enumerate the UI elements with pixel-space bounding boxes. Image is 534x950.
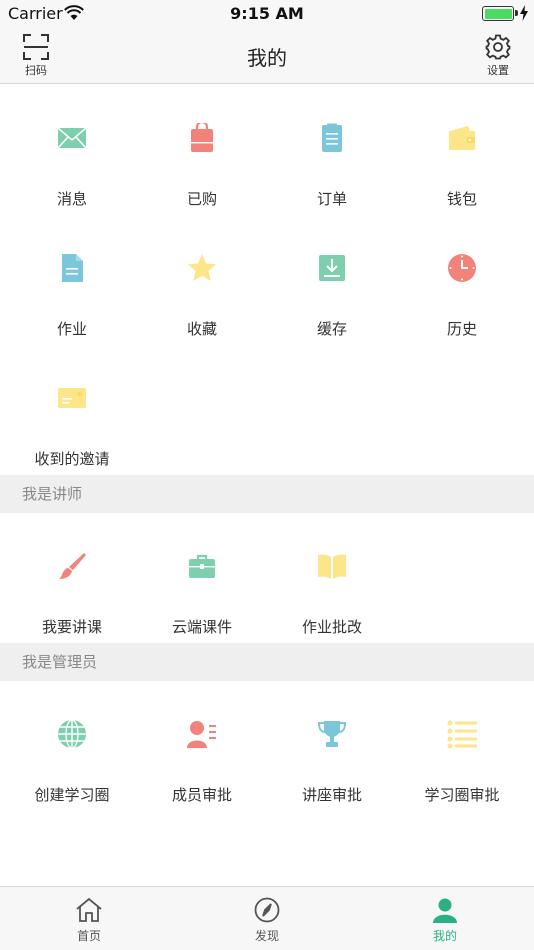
tab-mine[interactable]: 我的 xyxy=(356,887,534,950)
battery-tip xyxy=(515,10,518,16)
grid-item-label: 消息 xyxy=(56,190,87,208)
grid-item-label: 学习圈审批 xyxy=(424,786,500,804)
grid-item-label: 收藏 xyxy=(186,320,217,338)
grid-item-favorites[interactable]: 收藏 xyxy=(137,215,267,345)
admin-grid: 创建学习圈 成员审批 讲座审批 学习圈审批 xyxy=(0,681,534,811)
grid-item-teach[interactable]: 我要讲课 xyxy=(7,513,137,643)
grid-item-label: 讲座审批 xyxy=(301,786,362,804)
grid-item-label: 历史 xyxy=(446,320,477,338)
grid-item-label: 钱包 xyxy=(446,190,477,208)
tab-label: 首页 xyxy=(76,929,101,943)
grid-item-label: 缓存 xyxy=(316,320,347,338)
wallet-icon xyxy=(449,126,475,150)
grid-item-cloud-courseware[interactable]: 云端课件 xyxy=(137,513,267,643)
teacher-grid: 我要讲课 云端课件 作业批改 xyxy=(0,513,534,643)
member-icon xyxy=(187,721,216,748)
grid-item-label: 作业 xyxy=(56,320,87,338)
brush-icon xyxy=(59,553,86,579)
gear-icon xyxy=(485,34,511,60)
grid-item-member-approval[interactable]: 成员审批 xyxy=(137,681,267,811)
grid-item-homework-correction[interactable]: 作业批改 xyxy=(267,513,397,643)
grid-item-label: 创建学习圈 xyxy=(34,786,110,804)
grid-item-label: 订单 xyxy=(316,190,347,208)
tab-label: 发现 xyxy=(254,929,279,943)
home-icon xyxy=(76,897,102,922)
download-icon xyxy=(319,255,345,281)
grid-item-invitations[interactable]: 收到的邀请 xyxy=(7,345,137,475)
section-header-teacher: 我是讲师 xyxy=(0,475,534,513)
grid-item-circle-approval[interactable]: 学习圈审批 xyxy=(397,681,527,811)
globe-icon xyxy=(58,719,86,749)
grid-item-history[interactable]: 历史 xyxy=(397,215,527,345)
grid-item-label: 我要讲课 xyxy=(41,618,102,636)
settings-button[interactable]: 设置 xyxy=(476,34,520,80)
grid-item-wallet[interactable]: 钱包 xyxy=(397,85,527,215)
shopping-bag-icon xyxy=(191,123,213,152)
grid-item-create-circle[interactable]: 创建学习圈 xyxy=(7,681,137,811)
compass-icon xyxy=(254,897,280,923)
charging-bolt-icon xyxy=(520,5,528,21)
invitation-card-icon xyxy=(58,388,86,408)
grid-item-homework[interactable]: 作业 xyxy=(7,215,137,345)
content-area: 消息 已购 订单 钱包 作业 收藏 缓存 历史 收到的邀请 我是讲师 我要讲课 … xyxy=(0,85,534,886)
tab-home[interactable]: 首页 xyxy=(0,887,178,950)
grid-item-orders[interactable]: 订单 xyxy=(267,85,397,215)
document-icon xyxy=(62,254,83,282)
grid-item-label: 收到的邀请 xyxy=(34,450,110,468)
profile-icon xyxy=(433,898,457,923)
grid-item-label: 已购 xyxy=(186,190,217,208)
tab-discover[interactable]: 发现 xyxy=(178,887,356,950)
grid-item-label: 成员审批 xyxy=(171,786,232,804)
status-time: 9:15 AM xyxy=(230,4,304,23)
tab-label: 我的 xyxy=(432,929,457,943)
grid-item-lecture-approval[interactable]: 讲座审批 xyxy=(267,681,397,811)
list-icon xyxy=(447,720,477,749)
star-icon xyxy=(188,254,216,281)
clock-icon xyxy=(448,254,476,282)
grid-item-messages[interactable]: 消息 xyxy=(7,85,137,215)
tab-bar: 首页 发现 我的 xyxy=(0,886,534,950)
briefcase-icon xyxy=(189,554,215,578)
battery-icon xyxy=(482,6,514,21)
order-list-icon xyxy=(322,123,342,152)
page-title: 我的 xyxy=(247,46,287,70)
settings-label: 设置 xyxy=(487,64,509,77)
navigation-bar: 扫码 我的 设置 xyxy=(0,28,534,84)
open-book-icon xyxy=(318,554,346,579)
trophy-icon xyxy=(317,721,347,747)
mail-icon xyxy=(57,127,87,149)
grid-item-cache[interactable]: 缓存 xyxy=(267,215,397,345)
grid-item-label: 云端课件 xyxy=(171,618,232,636)
grid-item-label: 作业批改 xyxy=(301,618,362,636)
section-header-admin: 我是管理员 xyxy=(0,643,534,681)
grid-item-purchased[interactable]: 已购 xyxy=(137,85,267,215)
status-bar: Carrier 9:15 AM xyxy=(0,0,534,28)
main-grid: 消息 已购 订单 钱包 作业 收藏 缓存 历史 收到的邀请 xyxy=(0,85,534,475)
